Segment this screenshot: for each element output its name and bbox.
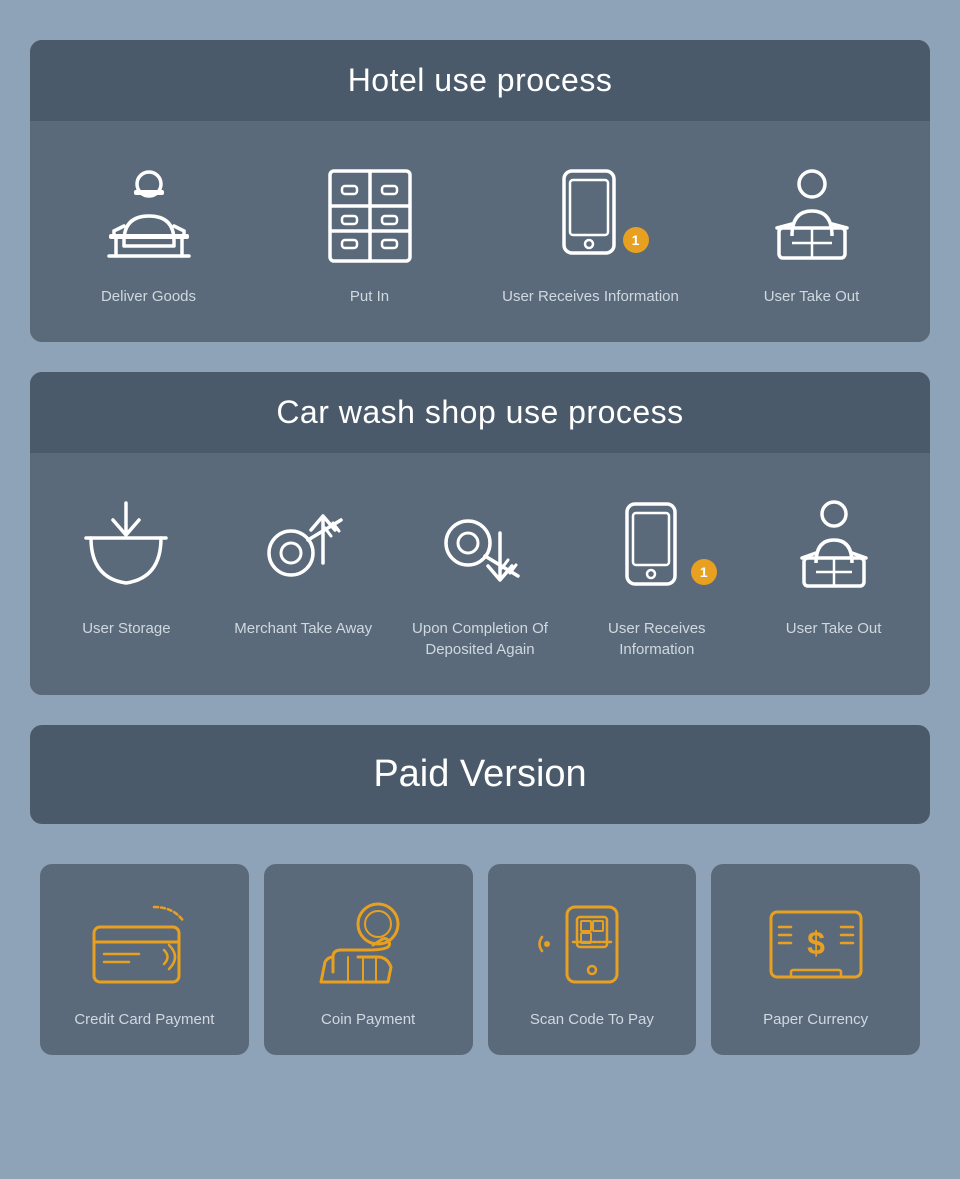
delivery-person-icon [94,166,204,266]
notification-badge: 1 [623,227,649,253]
carwash-header: Car wash shop use process [30,372,930,453]
hotel-item-deliver-goods: Deliver Goods [40,141,257,322]
carwash-item-merchant-take-away: Merchant Take Away [217,473,390,675]
coin-hand-icon [313,902,423,987]
user-storage-label: User Storage [82,618,170,639]
user-receives-2-icon-container: 1 [597,493,717,603]
scan-phone-icon [537,902,647,987]
user-take-out-2-icon-container [774,493,894,603]
locker-icon [315,166,425,266]
hotel-header: Hotel use process [30,40,930,121]
payment-item-scan-code: Scan Code To Pay [488,864,697,1055]
paper-currency-icon-container: $ [756,894,876,994]
user-receives-icon-container: 1 [531,161,651,271]
key-up-icon [253,498,353,598]
user-take-out-icon-container [752,161,872,271]
coin-payment-label: Coin Payment [321,1009,415,1030]
coin-payment-icon-container [308,894,428,994]
hotel-body: Deliver Goods [30,121,930,342]
phone-notification-2-icon [617,501,697,596]
upon-completion-label: Upon Completion Of Deposited Again [404,618,557,660]
user-storage-icon-container [66,493,186,603]
credit-card-label: Credit Card Payment [74,1009,214,1030]
person-box-2-icon [784,498,884,598]
payment-body: Credit Card Payment Coin [30,844,930,1075]
deliver-goods-icon-container [89,161,209,271]
payment-item-credit-card: Credit Card Payment [40,864,249,1055]
merchant-take-away-icon-container [243,493,363,603]
user-take-out-label: User Take Out [764,286,860,307]
cash-machine-icon: $ [761,902,871,987]
merchant-take-away-label: Merchant Take Away [234,618,372,639]
svg-text:$: $ [807,925,825,961]
upon-completion-icon-container [420,493,540,603]
paid-title: Paid Version [50,753,910,796]
phone-notification-icon [546,166,636,266]
credit-card-icon-container [84,894,204,994]
carwash-item-user-take-out: User Take Out [747,473,920,675]
storage-tray-icon [76,498,176,598]
scan-code-icon-container [532,894,652,994]
paid-version-wrapper: Paid Version Credit Card [30,725,930,1075]
hotel-item-user-take-out: User Take Out [703,141,920,322]
notification-badge-2: 1 [691,559,717,585]
hotel-item-user-receives: 1 User Receives Information [482,141,699,322]
carwash-body: User Storage Merchant Tak [30,453,930,695]
user-receives-2-label: User Receives Information [580,618,733,660]
hotel-item-put-in: Put In [261,141,478,322]
payment-item-coin: Coin Payment [264,864,473,1055]
carwash-section: Car wash shop use process User Storage [30,372,930,695]
hotel-section: Hotel use process [30,40,930,342]
deliver-goods-label: Deliver Goods [101,286,196,307]
payment-item-paper-currency: $ Paper Currency [711,864,920,1055]
carwash-item-user-receives: 1 User Receives Information [570,473,743,675]
user-receives-label: User Receives Information [502,286,679,307]
put-in-icon-container [310,161,430,271]
paper-currency-label: Paper Currency [763,1009,868,1030]
put-in-label: Put In [350,286,389,307]
user-take-out-2-label: User Take Out [786,618,882,639]
hotel-title: Hotel use process [50,62,910,99]
person-box-icon [757,166,867,266]
credit-card-icon [89,902,199,987]
carwash-title: Car wash shop use process [50,394,910,431]
carwash-item-upon-completion: Upon Completion Of Deposited Again [394,473,567,675]
carwash-item-user-storage: User Storage [40,473,213,675]
scan-code-label: Scan Code To Pay [530,1009,654,1030]
paid-header: Paid Version [30,725,930,824]
key-down-icon [430,498,530,598]
